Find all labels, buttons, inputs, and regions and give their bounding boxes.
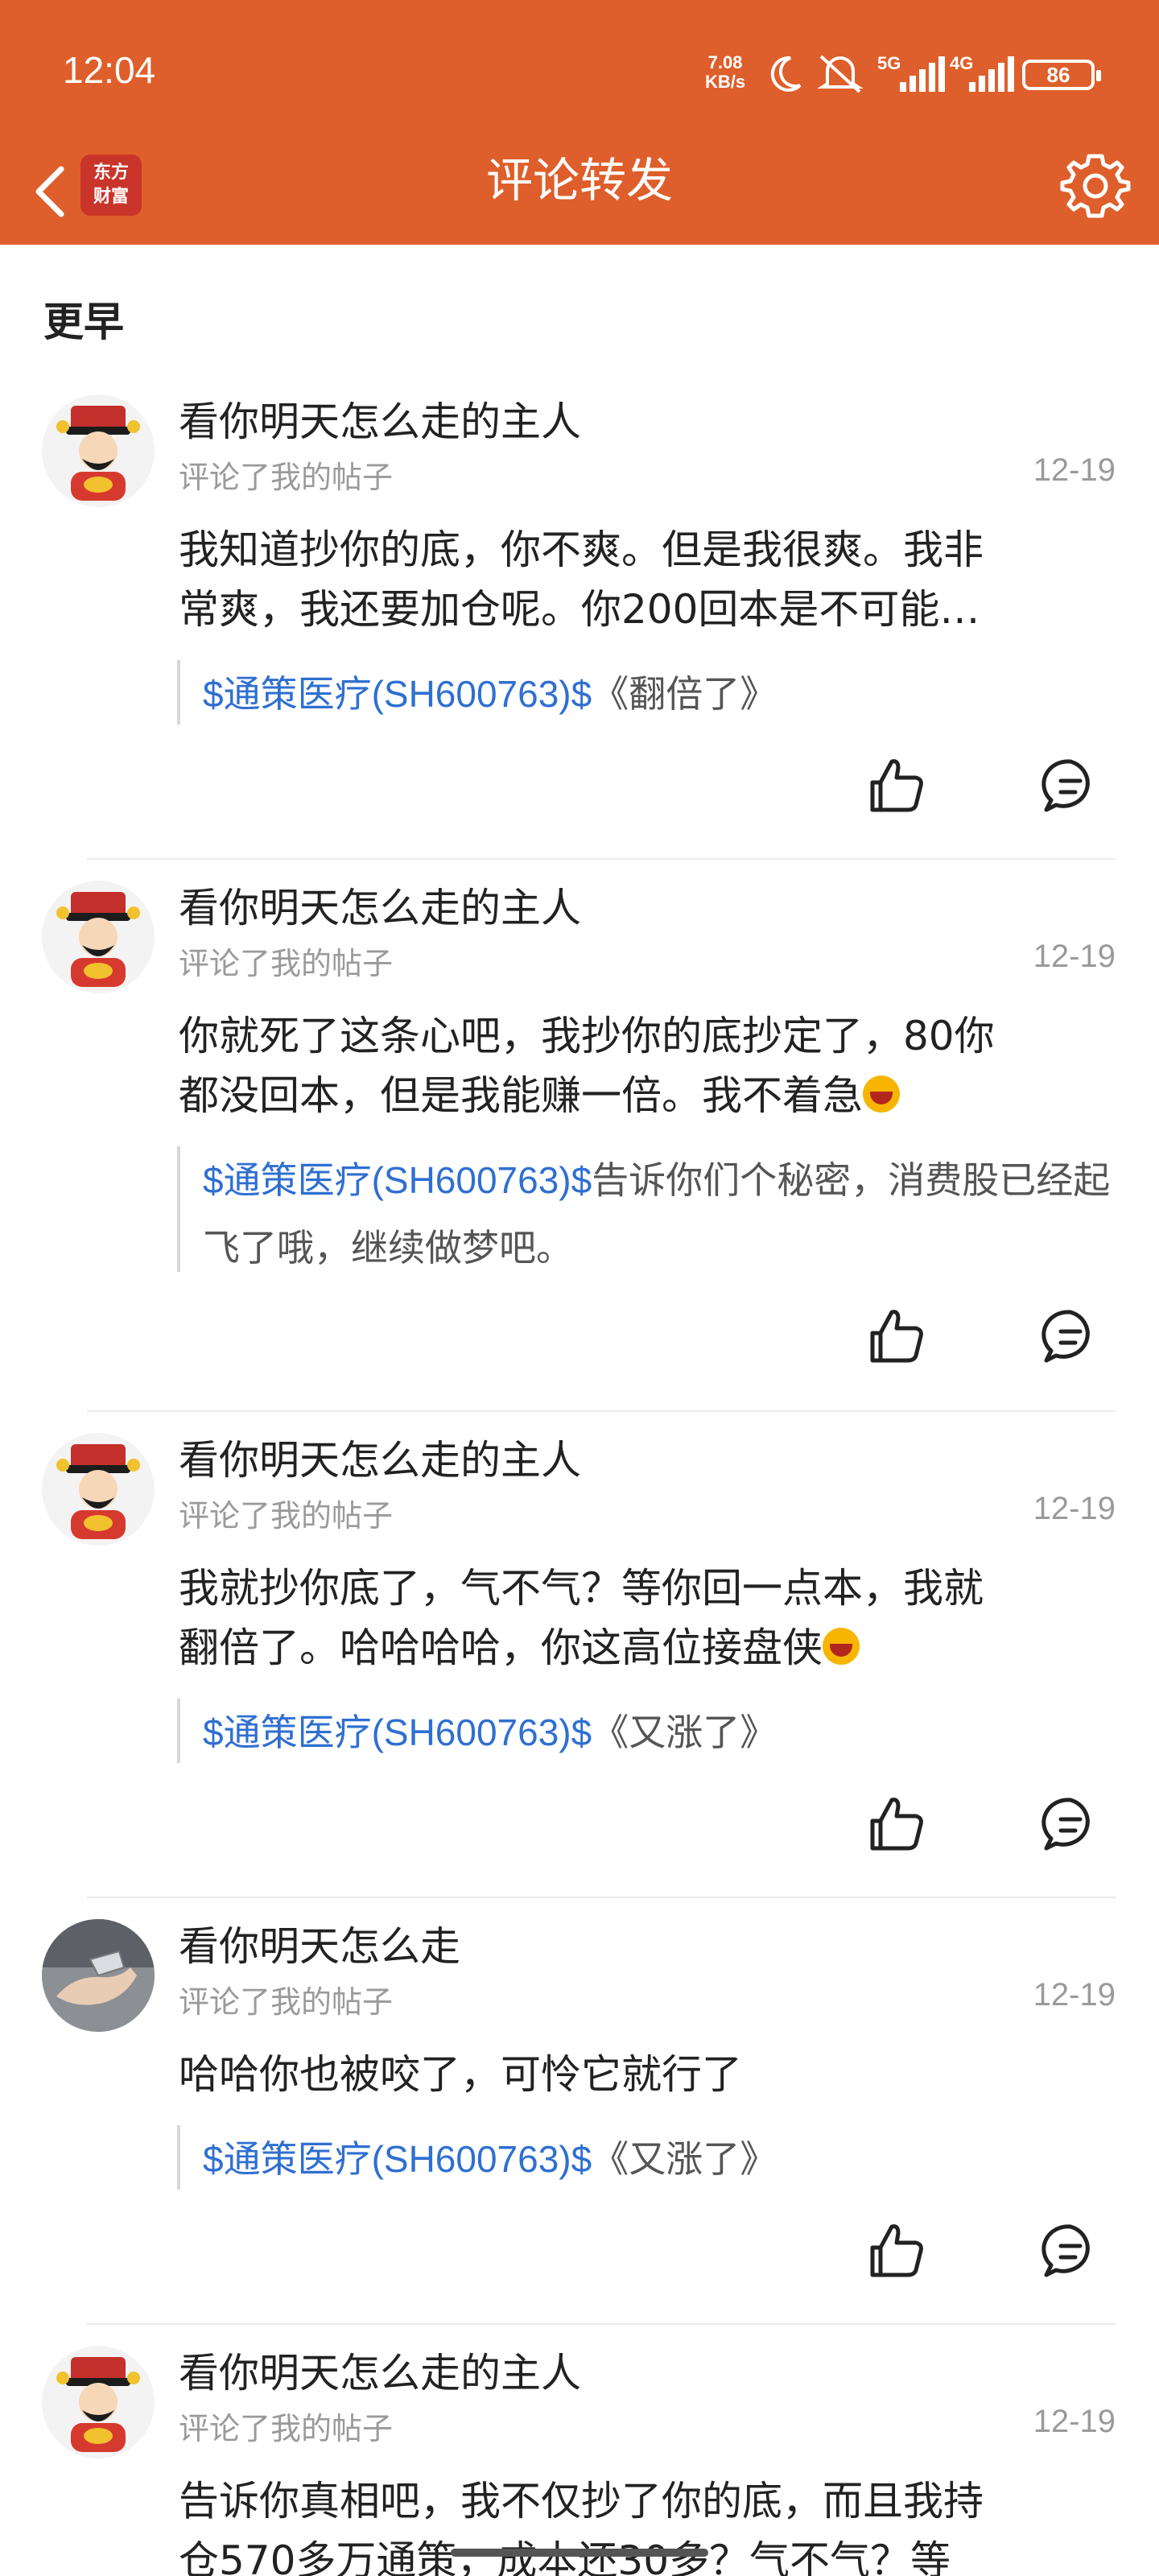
comment-icon[interactable]: [1038, 1792, 1103, 1856]
section-title: 更早: [43, 299, 124, 345]
comment-text[interactable]: 我就抄你底了，气不气？等你回一点本，我就 翻倍了。哈哈哈哈，你这高位接盘侠: [179, 1558, 1104, 1678]
laughing-emoji-icon: [863, 1075, 900, 1113]
quoted-post[interactable]: $通策医疗(SH600763)$告诉你们个秘密，消费股已经起飞了哦，继续做梦吧。: [177, 1146, 1119, 1272]
page-title: 评论转发: [485, 153, 673, 208]
signal2-icon: [969, 56, 1014, 92]
author-name[interactable]: 看你明天怎么走的主人: [179, 876, 581, 934]
photo-avatar-icon: [42, 1919, 155, 2032]
god-of-wealth-avatar-icon: [56, 1444, 140, 1539]
app-logo-line1: 东方: [93, 163, 129, 183]
comment-text[interactable]: 你就死了这条心吧，我抄你的底抄定了，80你 都没回本，但是我能赚一倍。我不着急: [179, 1006, 1104, 1125]
gear-icon[interactable]: [1059, 150, 1132, 222]
divider: [87, 1410, 1116, 1412]
app-logo-line2: 财富: [93, 187, 129, 207]
like-icon[interactable]: [864, 753, 929, 818]
network-speed-unit: KB/s: [705, 72, 746, 92]
divider: [87, 858, 1116, 860]
god-of-wealth-avatar-icon: [56, 406, 140, 501]
stock-link[interactable]: $通策医疗(SH600763)$: [203, 2138, 592, 2180]
back-arrow-icon[interactable]: [24, 153, 80, 233]
like-icon[interactable]: [864, 1792, 929, 1856]
user-avatar[interactable]: [42, 1919, 155, 2032]
comment-text[interactable]: 告诉你真相吧，我不仅抄了你的底，而且我持 仓570多万通策，成本还30多？气不气…: [179, 2471, 1104, 2576]
quoted-post[interactable]: $通策医疗(SH600763)$《又涨了》: [177, 1699, 1119, 1763]
status-bar: 12:04 7.08 KB/s 5G 4G 86: [0, 0, 1159, 145]
signal1-icon: [900, 56, 945, 92]
network-speed-value: 7.08: [707, 52, 743, 72]
battery-indicator: 86: [1022, 60, 1101, 90]
author-name[interactable]: 看你明天怎么走: [179, 1914, 460, 1972]
quoted-post-title: 《又涨了》: [592, 2137, 777, 2181]
user-avatar[interactable]: [42, 394, 155, 507]
app-logo: 东方 财富: [80, 155, 142, 216]
god-of-wealth-avatar-icon: [56, 2357, 140, 2452]
post-date: 12-19: [1033, 939, 1116, 974]
action-text: 评论了我的帖子: [179, 946, 394, 981]
moon-icon: [770, 56, 802, 92]
signal1-label: 5G: [877, 53, 901, 73]
comment-text[interactable]: 我知道抄你的底，你不爽。但是我很爽。我非 常爽，我还要加仓呢。你200回本是不可…: [179, 520, 1104, 639]
post-date: 12-19: [1033, 1491, 1116, 1526]
network-speed: 7.08 KB/s: [705, 53, 745, 92]
comment-icon[interactable]: [1038, 1304, 1103, 1368]
status-time: 12:04: [63, 49, 156, 91]
comment-icon[interactable]: [1038, 2219, 1103, 2283]
laughing-emoji-icon: [823, 1628, 860, 1665]
quoted-post[interactable]: $通策医疗(SH600763)$《又涨了》: [177, 2125, 1119, 2190]
mute-bell-icon: [817, 55, 864, 93]
like-icon[interactable]: [864, 1304, 929, 1368]
action-text: 评论了我的帖子: [179, 1498, 394, 1534]
nav-bar: 评论转发 东方 财富: [0, 145, 1159, 245]
post-date: 12-19: [1033, 2404, 1116, 2439]
home-indicator[interactable]: [451, 2549, 708, 2557]
top-bar: 12:04 7.08 KB/s 5G 4G 86 评论转发 东方 财富: [0, 0, 1159, 245]
author-name[interactable]: 看你明天怎么走的主人: [179, 1428, 581, 1486]
action-text: 评论了我的帖子: [179, 460, 394, 495]
stock-link[interactable]: $通策医疗(SH600763)$: [203, 1711, 592, 1753]
comment-text[interactable]: 哈哈你也被咬了，可怜它就行了: [179, 2045, 1104, 2104]
stock-link[interactable]: $通策医疗(SH600763)$: [203, 1159, 592, 1201]
like-icon[interactable]: [864, 2219, 929, 2283]
divider: [87, 2323, 1116, 2325]
action-text: 评论了我的帖子: [179, 1984, 394, 2020]
user-avatar[interactable]: [42, 881, 155, 993]
quoted-post-title: 《又涨了》: [592, 1711, 777, 1754]
action-text: 评论了我的帖子: [179, 2411, 394, 2446]
user-avatar[interactable]: [42, 2346, 155, 2458]
post-date: 12-19: [1033, 452, 1116, 488]
author-name[interactable]: 看你明天怎么走的主人: [179, 2341, 581, 2399]
author-name[interactable]: 看你明天怎么走的主人: [179, 390, 581, 448]
quoted-post[interactable]: $通策医疗(SH600763)$《翻倍了》: [177, 660, 1119, 724]
user-avatar[interactable]: [42, 1433, 155, 1546]
god-of-wealth-avatar-icon: [56, 892, 140, 987]
comment-text-content: 我就抄你底了，气不气？等你回一点本，我就 翻倍了。哈哈哈哈，你这高位接盘侠: [179, 1565, 984, 1671]
comment-icon[interactable]: [1038, 753, 1103, 818]
post-date: 12-19: [1033, 1977, 1116, 2013]
quoted-post-title: 《翻倍了》: [592, 672, 777, 716]
stock-link[interactable]: $通策医疗(SH600763)$: [203, 673, 592, 715]
divider: [87, 1897, 1116, 1898]
